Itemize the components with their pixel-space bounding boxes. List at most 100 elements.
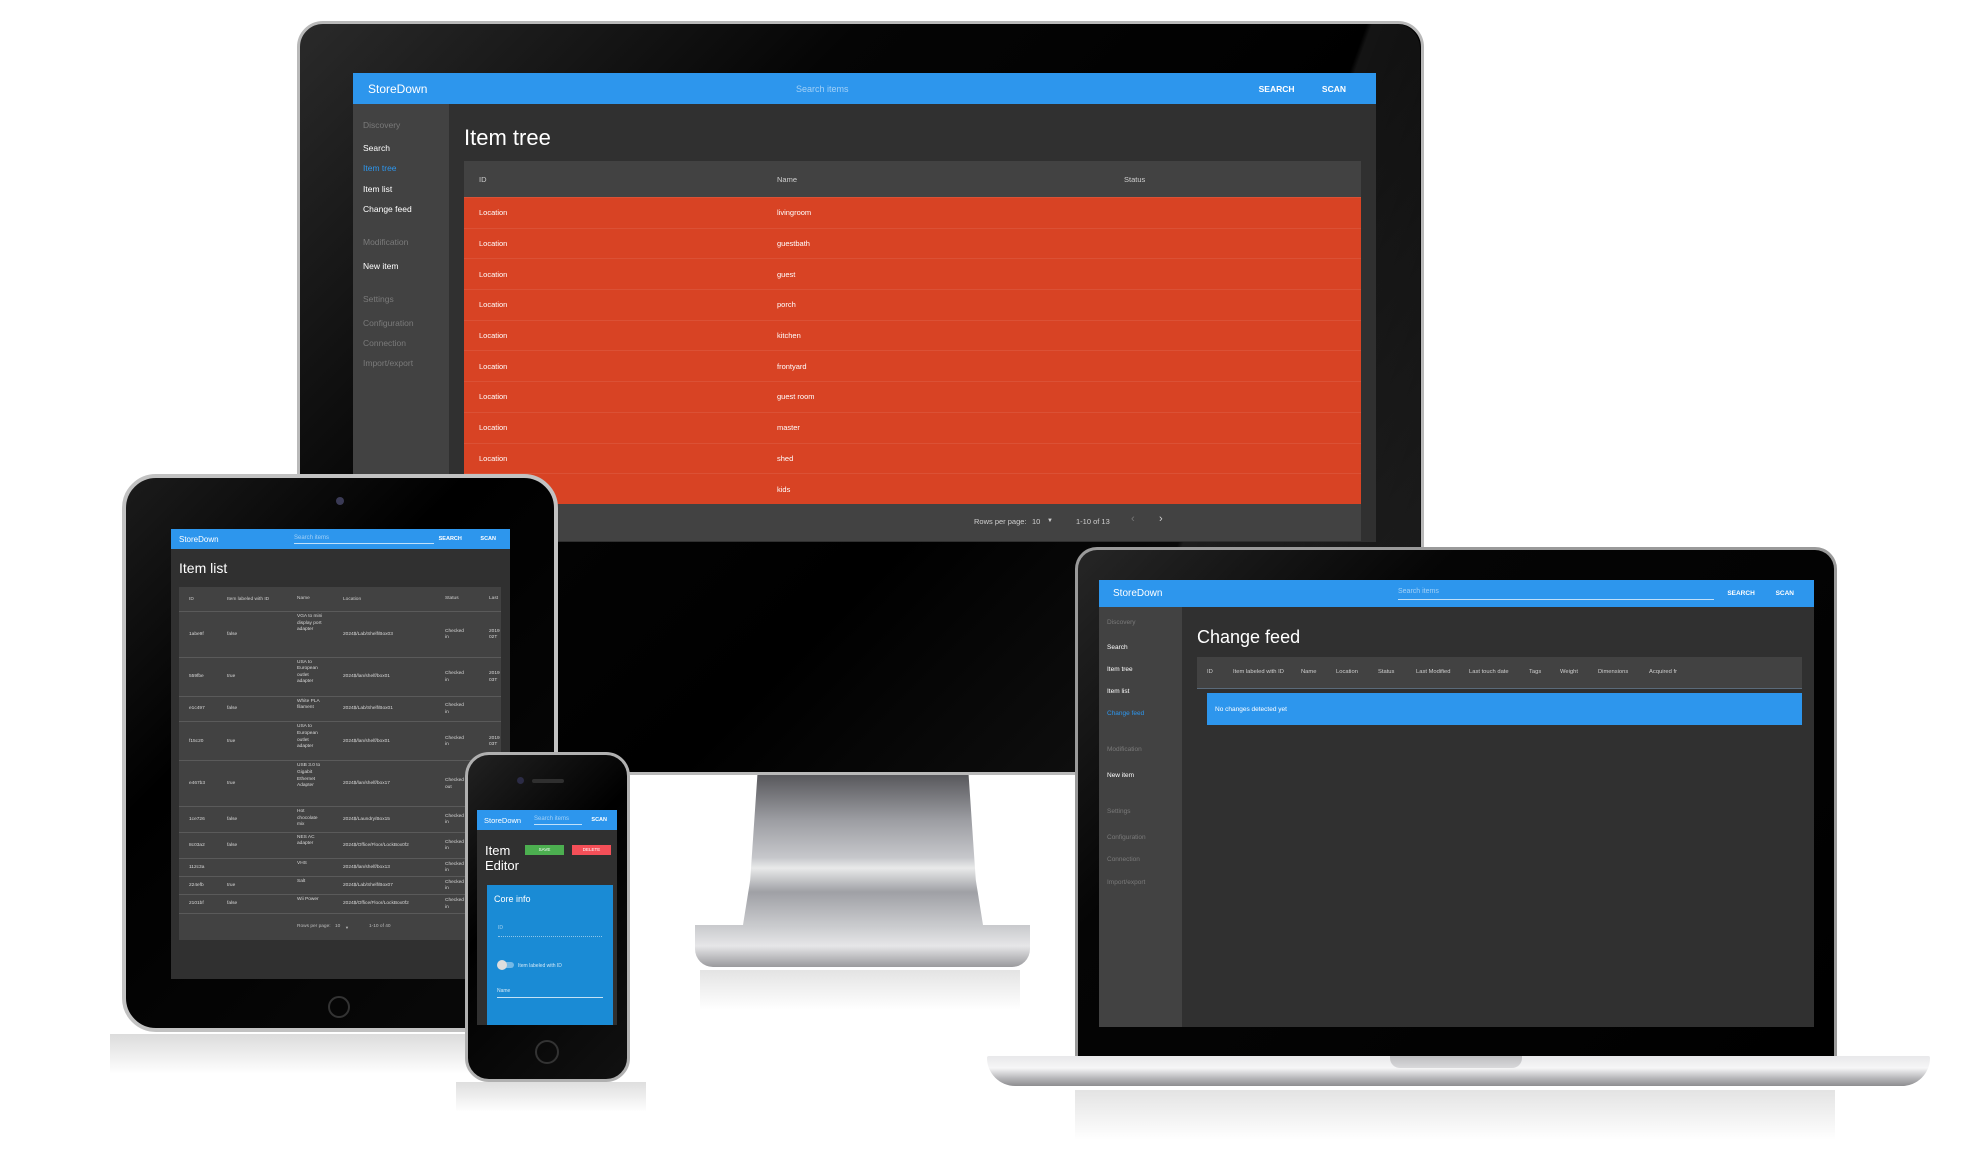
column-header-acquired-from[interactable]: Acquired fr: [1649, 669, 1677, 675]
cell-name: Salt: [297, 878, 306, 884]
rows-per-page-select[interactable]: 10: [1032, 517, 1040, 526]
cell-location: 2024$/Office/Floor/LockBox0f2: [343, 901, 409, 907]
column-header-location[interactable]: Location: [1336, 669, 1358, 675]
sidebar-item-import-export[interactable]: Import/export: [363, 358, 413, 368]
app-brand[interactable]: StoreDown: [368, 82, 427, 96]
pagination-range: 1-10 of 13: [1076, 516, 1110, 526]
column-header-status[interactable]: Status: [1124, 175, 1145, 184]
sidebar-item-change-feed[interactable]: Change feed: [363, 204, 412, 214]
cell-location: 2024$/lan/shelf/box01: [343, 674, 390, 680]
table-row[interactable]: Location kitchen: [464, 319, 1361, 351]
table-row[interactable]: Location porch: [464, 289, 1361, 320]
next-page-icon[interactable]: ›: [1159, 513, 1163, 525]
sidebar-item-new-item[interactable]: New item: [1107, 772, 1134, 779]
app-bar-actions: SEARCH SCAN: [1708, 590, 1794, 597]
name-field[interactable]: Name: [497, 988, 510, 994]
scan-button[interactable]: SCAN: [591, 817, 607, 823]
table-row[interactable]: Location livingroom: [464, 197, 1361, 228]
sidebar-item-configuration[interactable]: Configuration: [363, 318, 414, 328]
delete-button[interactable]: DELETE: [572, 845, 611, 855]
column-header-tags[interactable]: Tags: [1529, 669, 1541, 675]
sidebar-item-configuration[interactable]: Configuration: [1107, 834, 1146, 841]
dropdown-arrow-icon[interactable]: ▼: [1047, 518, 1053, 524]
sidebar-item-connection[interactable]: Connection: [363, 338, 406, 348]
tablet-camera: [336, 497, 344, 505]
sidebar-item-search[interactable]: Search: [363, 143, 390, 153]
sidebar-item-search[interactable]: Search: [1107, 644, 1128, 651]
app-bar: StoreDown Search items SEARCH SCAN: [171, 529, 510, 549]
rows-per-page-select[interactable]: 10: [335, 924, 340, 929]
cell-status: Checked in: [445, 898, 464, 910]
sidebar-item-item-tree[interactable]: Item tree: [363, 163, 397, 173]
sidebar-item-item-tree[interactable]: Item tree: [1107, 666, 1133, 673]
table-row[interactable]: 559fbe true USA to European outlet adapter…: [179, 657, 501, 697]
column-header-id[interactable]: ID: [1207, 669, 1213, 675]
sidebar-item-change-feed[interactable]: Change feed: [1107, 710, 1144, 717]
empty-state-message: No changes detected yet: [1207, 693, 1802, 725]
column-header-id[interactable]: ID: [479, 175, 487, 184]
table-row[interactable]: 8c03a2 false NES AC adapter 2024$/Office/Fl…: [179, 832, 501, 859]
app-brand[interactable]: StoreDown: [179, 535, 219, 544]
column-header-last[interactable]: Last: [489, 596, 503, 603]
sidebar-section-settings: Settings: [1107, 808, 1131, 815]
column-header-last-modified[interactable]: Last Modified: [1416, 669, 1450, 675]
labeled-with-id-toggle[interactable]: [497, 960, 514, 970]
sidebar-item-connection[interactable]: Connection: [1107, 856, 1140, 863]
column-header-name[interactable]: Name: [297, 596, 325, 603]
column-header-status[interactable]: Status: [445, 596, 467, 603]
table-row[interactable]: 1ce726 false Hot chocolate mix 2024$/Laundr…: [179, 806, 501, 833]
cell-name: master: [777, 423, 800, 433]
scan-button[interactable]: SCAN: [1322, 84, 1346, 94]
monitor-stand-base: [695, 925, 1030, 967]
column-header-last-touch-date[interactable]: Last touch date: [1469, 669, 1509, 675]
id-field[interactable]: ID: [498, 925, 503, 931]
search-input[interactable]: Search items: [1398, 588, 1714, 600]
sidebar-section-discovery: Discovery: [1107, 619, 1136, 626]
dropdown-arrow-icon[interactable]: ▼: [345, 925, 349, 930]
app-brand[interactable]: StoreDown: [1113, 588, 1162, 599]
cell-id: Location: [479, 300, 508, 310]
scan-button[interactable]: SCAN: [480, 536, 496, 542]
table-row[interactable]: e467b3 true USB 3.0 to Gigabit Ethernet Ad…: [179, 761, 501, 807]
search-button[interactable]: SEARCH: [1259, 84, 1295, 94]
search-input[interactable]: Search items: [534, 816, 582, 825]
table-row[interactable]: 1abe9f false VGA to mini display port adap…: [179, 612, 501, 658]
search-button[interactable]: SEARCH: [439, 536, 462, 542]
sidebar-item-item-list[interactable]: Item list: [363, 184, 392, 194]
table-row[interactable]: f15c20 true USA to European outlet adapter…: [179, 722, 501, 762]
search-input[interactable]: Search items: [796, 84, 1236, 94]
sidebar-item-item-list[interactable]: Item list: [1107, 688, 1129, 695]
scan-button[interactable]: SCAN: [1776, 590, 1794, 597]
table-row[interactable]: 224efb true Salt 2024$/Lab/Shelf/Box07 Check…: [179, 876, 501, 895]
page-title-line-1: Item: [485, 843, 511, 858]
column-header-labeled[interactable]: Item labeled with ID: [1233, 669, 1284, 675]
search-input[interactable]: Search items: [294, 535, 434, 544]
previous-page-icon[interactable]: ‹: [1131, 513, 1135, 525]
table-row[interactable]: Location frontyard: [464, 350, 1361, 382]
table-row[interactable]: Location guest: [464, 258, 1361, 290]
sidebar-item-import-export[interactable]: Import/export: [1107, 879, 1145, 886]
column-header-status[interactable]: Status: [1378, 669, 1394, 675]
column-header-name[interactable]: Name: [777, 175, 797, 184]
column-header-location[interactable]: Location: [343, 597, 361, 602]
column-header-labeled[interactable]: Item labeled with ID: [227, 597, 269, 602]
search-button[interactable]: SEARCH: [1727, 590, 1754, 597]
table-row[interactable]: Location shed: [464, 442, 1361, 474]
table-row[interactable]: Location guestbath: [464, 227, 1361, 259]
table-row[interactable]: Location master: [464, 411, 1361, 443]
app-brand[interactable]: StoreDown: [484, 816, 521, 825]
sidebar-item-new-item[interactable]: New item: [363, 261, 398, 271]
cell-labeled: false: [227, 842, 238, 848]
save-button[interactable]: SAVE: [525, 845, 564, 855]
column-header-id[interactable]: ID: [189, 597, 194, 602]
table-row[interactable]: 2101bf false Wii Power 2024$/Office/Floor/L…: [179, 894, 501, 914]
cell-id: Location: [479, 453, 508, 463]
column-header-weight[interactable]: Weight: [1560, 669, 1578, 675]
page-title-line-2: Editor: [485, 858, 519, 873]
column-header-dimensions[interactable]: Dimensions: [1598, 669, 1628, 675]
table-row[interactable]: Location guest room: [464, 381, 1361, 412]
table-row[interactable]: e1c497 false White PLA filament 2024$/Lab/S…: [179, 696, 501, 723]
table-row[interactable]: 112c3a VHS 2024$/lan/shelf/box13 Checked in: [179, 858, 501, 877]
column-header-name[interactable]: Name: [1301, 669, 1316, 675]
table-row[interactable]: kids: [464, 473, 1361, 504]
